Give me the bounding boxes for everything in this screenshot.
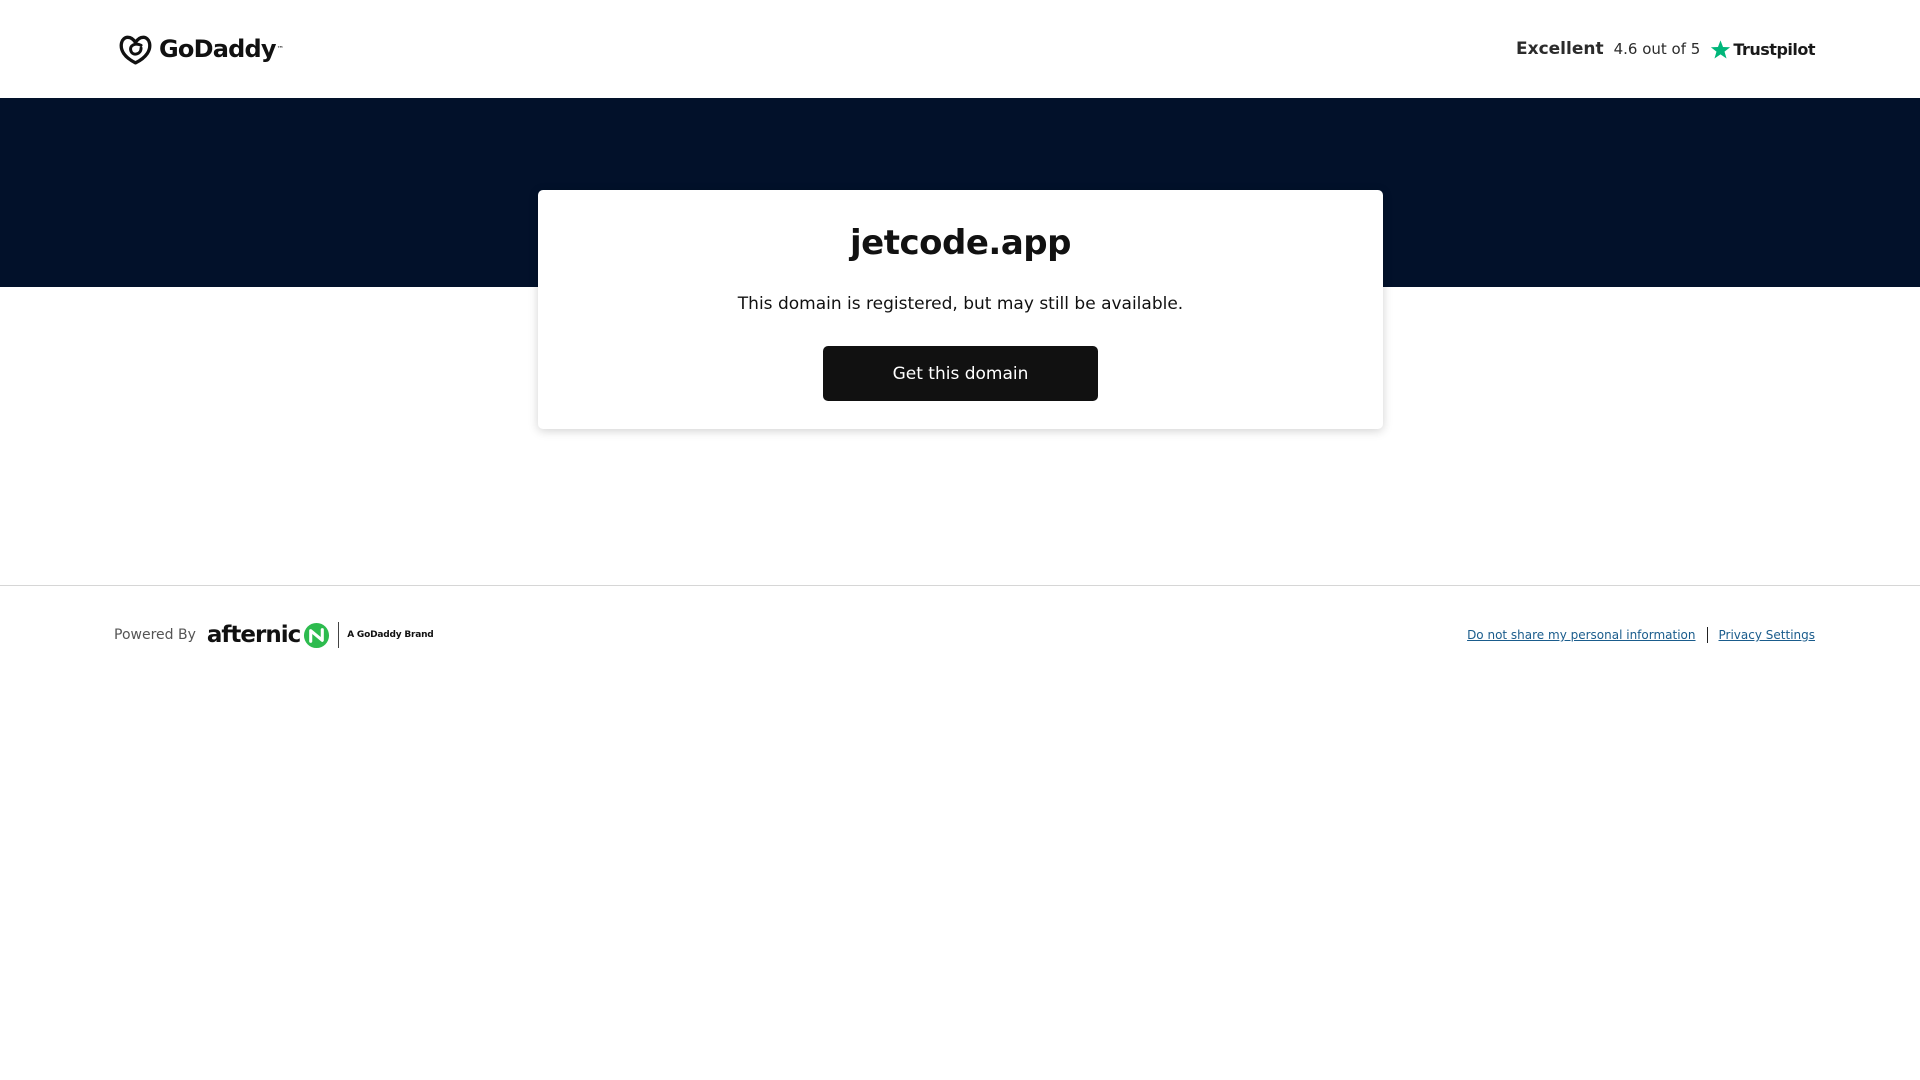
footer-divider (0, 585, 1920, 586)
trustpilot-widget[interactable]: Excellent 4.6 out of 5 Trustpilot (1515, 34, 1816, 64)
trustpilot-brand: Trustpilot (1733, 39, 1815, 59)
powered-by-label: Powered By (114, 627, 196, 643)
godaddy-logo-icon (119, 35, 152, 65)
get-domain-button[interactable]: Get this domain (823, 346, 1098, 401)
domain-card: jetcode.app This domain is registered, b… (538, 190, 1383, 429)
privacy-settings-link[interactable]: Privacy Settings (1719, 628, 1815, 642)
afternic-logo-icon (304, 622, 330, 648)
brand-separator (338, 622, 340, 648)
godaddy-brand-tag: A GoDaddy Brand (347, 630, 434, 640)
trustpilot-star-icon (1711, 39, 1731, 59)
godaddy-logo-text: GoDaddy (159, 35, 277, 63)
afternic-logo-text[interactable]: afternic (207, 622, 301, 648)
powered-by-section: Powered By afternic A GoDaddy Brand (114, 620, 434, 650)
footer-link-separator (1706, 627, 1708, 643)
top-header: GoDaddy ™ Excellent 4.6 out of 5 Trustpil… (0, 0, 1920, 98)
godaddy-logo[interactable]: GoDaddy ™ (117, 32, 284, 66)
footer-links: Do not share my personal information Pri… (1467, 627, 1815, 643)
do-not-share-link[interactable]: Do not share my personal information (1467, 628, 1695, 642)
trademark-icon: ™ (276, 45, 284, 53)
trustpilot-rating-word: Excellent (1515, 39, 1604, 59)
trustpilot-score: 4.6 out of 5 (1613, 40, 1701, 58)
domain-status-message: This domain is registered, but may still… (737, 294, 1184, 314)
domain-title: jetcode.app (850, 223, 1071, 263)
